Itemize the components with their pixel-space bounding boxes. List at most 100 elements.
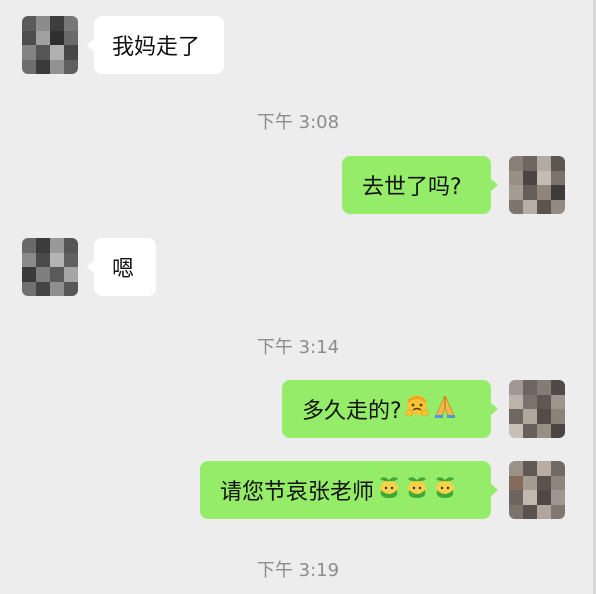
avatar-mosaic-cell [523,409,537,424]
avatar-mosaic-cell [523,394,537,409]
avatar-mosaic-cell [50,281,64,296]
avatar-mosaic-cell [523,490,537,505]
avatar-mosaic-cell [537,475,551,490]
avatar-mosaic-cell [64,252,78,267]
avatar-mosaic-cell [523,185,537,200]
outgoing-message-bubble[interactable]: 多久走的? [282,380,498,438]
avatar-mosaic-cell [50,59,64,74]
avatar-mosaic-cell [509,185,523,200]
avatar-mosaic-cell [523,199,537,214]
avatar-mosaic-cell [64,16,78,31]
avatar-mosaic-cell [537,156,551,171]
timestamp: 下午 3:08 [256,112,340,133]
avatar-mosaic-cell [551,461,565,476]
avatar-mosaic-cell [509,475,523,490]
avatar-mosaic-cell [50,16,64,31]
avatar-mosaic-cell [509,490,523,505]
avatar-mosaic-cell [537,461,551,476]
my-avatar[interactable] [509,461,565,519]
avatar-mosaic-cell [551,156,565,171]
avatar-mosaic-cell [523,423,537,438]
avatar-mosaic-cell [64,30,78,45]
avatar-mosaic-cell [537,380,551,395]
avatar-mosaic-cell [22,30,36,45]
avatar-mosaic-cell [523,475,537,490]
avatar-mosaic-cell [551,504,565,519]
my-avatar[interactable] [509,156,565,214]
avatar-mosaic-cell [509,504,523,519]
message-text: 嗯 [112,257,135,282]
avatar-mosaic-cell [523,461,537,476]
my-avatar[interactable] [509,380,565,438]
avatar-mosaic-cell [22,252,36,267]
avatar-mosaic-cell [64,267,78,282]
avatar-mosaic-cell [551,490,565,505]
avatar-mosaic-cell [36,281,50,296]
avatar-mosaic-cell [22,45,36,60]
avatar-mosaic-cell [22,59,36,74]
avatar-mosaic-cell [537,394,551,409]
contact-avatar[interactable] [22,16,78,74]
outgoing-message-bubble[interactable]: 请您节哀张老师 [200,461,498,519]
avatar-mosaic-cell [50,45,64,60]
avatar-mosaic-cell [523,380,537,395]
avatar-mosaic-cell [551,409,565,424]
avatar-mosaic-cell [551,423,565,438]
message-text: 请您节哀张老师 [220,480,375,505]
avatar-mosaic-cell [523,504,537,519]
avatar-mosaic-cell [36,238,50,253]
avatar-mosaic-cell [64,281,78,296]
avatar-mosaic-cell [22,281,36,296]
worried-face-emoji [404,393,430,425]
avatar-mosaic-cell [36,267,50,282]
avatar-mosaic-cell [50,30,64,45]
chat-screen[interactable]: 我妈走了 下午 3:08 去世了吗? 嗯 下午 3:14 多久走的? 请您节哀张… [0,0,596,594]
avatar-mosaic-cell [22,238,36,253]
avatar-mosaic-cell [551,199,565,214]
avatar-mosaic-cell [64,238,78,253]
avatar-mosaic-cell [509,461,523,476]
message-text: 我妈走了 [112,35,201,60]
avatar-mosaic-cell [551,475,565,490]
avatar-mosaic-cell [551,380,565,395]
avatar-mosaic-cell [50,238,64,253]
timestamp: 下午 3:19 [256,560,340,581]
incoming-message-bubble[interactable]: 我妈走了 [87,16,224,74]
sprout-face-emoji [404,474,430,506]
avatar-mosaic-cell [509,199,523,214]
avatar-mosaic-cell [64,59,78,74]
avatar-mosaic-cell [36,30,50,45]
incoming-message-bubble[interactable]: 嗯 [87,238,156,296]
avatar-mosaic-cell [551,394,565,409]
avatar-mosaic-cell [537,409,551,424]
avatar-mosaic-cell [509,380,523,395]
avatar-mosaic-cell [50,267,64,282]
avatar-mosaic-cell [22,267,36,282]
avatar-mosaic-cell [509,423,523,438]
avatar-mosaic-cell [537,170,551,185]
avatar-mosaic-cell [509,409,523,424]
avatar-mosaic-cell [523,170,537,185]
timestamp: 下午 3:14 [256,337,340,358]
avatar-mosaic-cell [36,45,50,60]
message-text: 多久走的? [302,399,402,424]
sprout-face-emoji [376,474,402,506]
contact-avatar[interactable] [22,238,78,296]
avatar-mosaic-cell [509,156,523,171]
folded-hands-emoji [432,393,458,425]
avatar-mosaic-cell [50,252,64,267]
avatar-mosaic-cell [64,45,78,60]
avatar-mosaic-cell [537,185,551,200]
avatar-mosaic-cell [509,394,523,409]
avatar-mosaic-cell [551,185,565,200]
message-text: 去世了吗? [362,175,462,200]
outgoing-message-bubble[interactable]: 去世了吗? [342,156,498,214]
avatar-mosaic-cell [36,59,50,74]
avatar-mosaic-cell [537,199,551,214]
avatar-mosaic-cell [537,423,551,438]
avatar-mosaic-cell [22,16,36,31]
avatar-mosaic-cell [36,16,50,31]
avatar-mosaic-cell [551,170,565,185]
avatar-mosaic-cell [509,170,523,185]
sprout-face-emoji [432,474,458,506]
